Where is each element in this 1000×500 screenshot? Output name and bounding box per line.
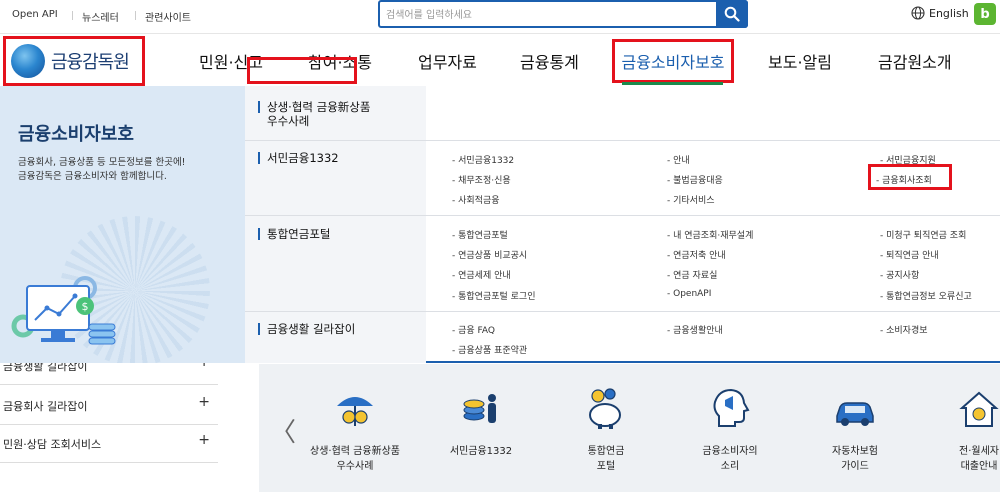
mega-dropdown: 금융소비자보호 금융회사, 금융상품 등 모든정보를 한곳에! 금융감독은 금융…: [0, 86, 1000, 363]
main-navigation: 금융감독원 민원·신고 참여·소통 업무자료 금융통계 금융소비자보호 보도·알…: [0, 34, 1000, 86]
sublink[interactable]: - 금융상품 표준약관: [452, 343, 527, 356]
dropdown-description: 금융회사, 금융상품 등 모든정보를 한곳에! 금융감독은 금융소비자와 함께합…: [18, 156, 186, 184]
quick-item-voice[interactable]: 금융소비자의소리: [675, 386, 785, 474]
coins-person-icon: [463, 394, 496, 423]
megaphone-head-icon: [713, 388, 750, 427]
dropdown-desc-line: 금융회사, 금융상품 등 모든정보를 한곳에!: [18, 157, 186, 168]
side-menu-item-company-guide[interactable]: 금융회사 길라잡이 +: [0, 385, 218, 425]
plus-icon: +: [198, 394, 210, 410]
highlight-box: [868, 164, 952, 190]
quick-item-rent-loan[interactable]: 전·월세자대출안내: [924, 386, 1000, 474]
side-menu-label: 금융회사 길라잡이: [3, 400, 88, 413]
house-icon: [959, 391, 999, 427]
divider: [245, 140, 1000, 141]
quick-label: 대출안내: [960, 461, 998, 472]
sublink[interactable]: - 연금세제 안내: [452, 268, 511, 281]
sublink[interactable]: - 사회적금융: [452, 193, 500, 206]
sublink[interactable]: - 통합연금포털 로그인: [452, 289, 536, 302]
category-label: 금융생활 길라잡이: [267, 322, 356, 336]
umbrella-coins-icon: [337, 397, 373, 426]
sublink[interactable]: - 금융생활안내: [667, 323, 723, 336]
plus-icon: +: [198, 432, 210, 448]
sublink[interactable]: - 소비자경보: [880, 323, 928, 336]
quick-label: 자동차보험: [832, 446, 878, 457]
sublink[interactable]: - 미청구 퇴직연금 조회: [880, 228, 966, 241]
sublink[interactable]: - 기타서비스: [667, 193, 715, 206]
side-menu-item-inquiry-service[interactable]: 민원·상담 조회서비스 +: [0, 423, 218, 463]
category-finance-guide[interactable]: 금융생활 길라잡이: [258, 322, 355, 336]
search-button[interactable]: [716, 0, 748, 28]
quick-item-car-insurance[interactable]: 자동차보험가이드: [800, 386, 910, 474]
quick-label: 통합연금: [587, 446, 625, 457]
divider: [245, 311, 1000, 312]
blog-button[interactable]: b: [974, 3, 996, 25]
related-sites-link[interactable]: 관련사이트: [135, 9, 191, 24]
category-label: 우수사례: [267, 114, 310, 128]
nav-item-work-materials[interactable]: 업무자료: [418, 49, 477, 73]
car-icon: [836, 402, 874, 426]
quick-item-pension[interactable]: 통합연금포털: [551, 386, 661, 474]
language-label: English: [929, 6, 969, 20]
quick-label: 서민금융1332: [449, 446, 513, 457]
sublink[interactable]: - 공지사항: [880, 268, 919, 281]
quick-label: 가이드: [841, 461, 869, 472]
finance-monitor-illustration: $: [11, 276, 116, 345]
sublink[interactable]: - 채무조정·신용: [452, 173, 511, 186]
sublink[interactable]: - 퇴직연금 안내: [880, 248, 939, 261]
sublink[interactable]: - 통합연금정보 오류신고: [880, 289, 972, 302]
divider: [245, 215, 1000, 216]
category-win-win[interactable]: 상생·협력 금융新상품 우수사례: [258, 100, 370, 128]
newsletter-link[interactable]: 뉴스레터: [72, 9, 119, 24]
sublink[interactable]: - 안내: [667, 153, 690, 166]
search-box: [378, 0, 748, 28]
search-input[interactable]: [386, 6, 706, 24]
prev-arrow-icon[interactable]: 〈: [270, 412, 296, 449]
sublink[interactable]: - 연금저축 안내: [667, 248, 726, 261]
open-api-link[interactable]: Open API: [12, 9, 58, 20]
quick-item-1332[interactable]: 서민금융1332: [426, 386, 536, 459]
sublink[interactable]: - 서민금융1332: [452, 153, 514, 166]
logo[interactable]: 금융감독원: [3, 36, 145, 86]
quick-label: 금융소비자의: [702, 446, 758, 457]
sublink[interactable]: - OpenAPI: [667, 289, 711, 299]
sublink[interactable]: - 통합연금포털: [452, 228, 508, 241]
highlight-box: [247, 57, 357, 84]
nav-item-consumer-protection[interactable]: 금융소비자보호: [612, 39, 734, 83]
category-1332[interactable]: 서민금융1332: [258, 151, 339, 165]
search-icon: [724, 6, 740, 22]
category-label: 서민금융1332: [267, 151, 339, 165]
quick-label: 전·월세자: [959, 446, 999, 457]
category-label: 상생·협력 금융新상품: [267, 100, 371, 114]
sublink[interactable]: - 금융 FAQ: [452, 323, 495, 336]
logo-emblem-icon: [11, 44, 45, 78]
dropdown-intro-panel: 금융소비자보호 금융회사, 금융상품 등 모든정보를 한곳에! 금융감독은 금융…: [0, 86, 245, 363]
svg-text:$: $: [82, 300, 89, 313]
nav-item-about[interactable]: 금감원소개: [878, 49, 952, 73]
dropdown-title: 금융소비자보호: [18, 124, 134, 145]
quick-label: 소리: [720, 461, 740, 472]
sublink[interactable]: - 내 연금조회·재무설계: [667, 228, 753, 241]
sublink[interactable]: - 연금 자료실: [667, 268, 717, 281]
language-button[interactable]: English: [911, 6, 969, 20]
quick-label: 상생·협력 금융新상품: [310, 446, 400, 457]
quick-label: 우수사례: [336, 461, 374, 472]
sublink[interactable]: - 연금상품 비교공시: [452, 248, 527, 261]
side-menu-label: 민원·상담 조회서비스: [3, 438, 102, 451]
dropdown-desc-line: 금융감독은 금융소비자와 함께합니다.: [18, 171, 167, 182]
piggy-bank-icon: [589, 388, 621, 429]
quick-label: 포털: [596, 461, 616, 472]
quick-item-win-win[interactable]: 상생·협력 금융新상품우수사례: [300, 386, 410, 474]
category-label: 통합연금포털: [267, 227, 331, 241]
category-pension-portal[interactable]: 통합연금포털: [258, 227, 330, 241]
nav-item-press[interactable]: 보도·알림: [768, 49, 832, 73]
logo-text: 금융감독원: [51, 52, 130, 73]
globe-icon: [911, 6, 925, 20]
sublink[interactable]: - 불법금융대응: [667, 173, 723, 186]
utility-bar: Open API 뉴스레터 관련사이트 English b: [0, 0, 1000, 34]
nav-item-statistics[interactable]: 금융통계: [520, 49, 579, 73]
active-underline: [622, 82, 723, 85]
